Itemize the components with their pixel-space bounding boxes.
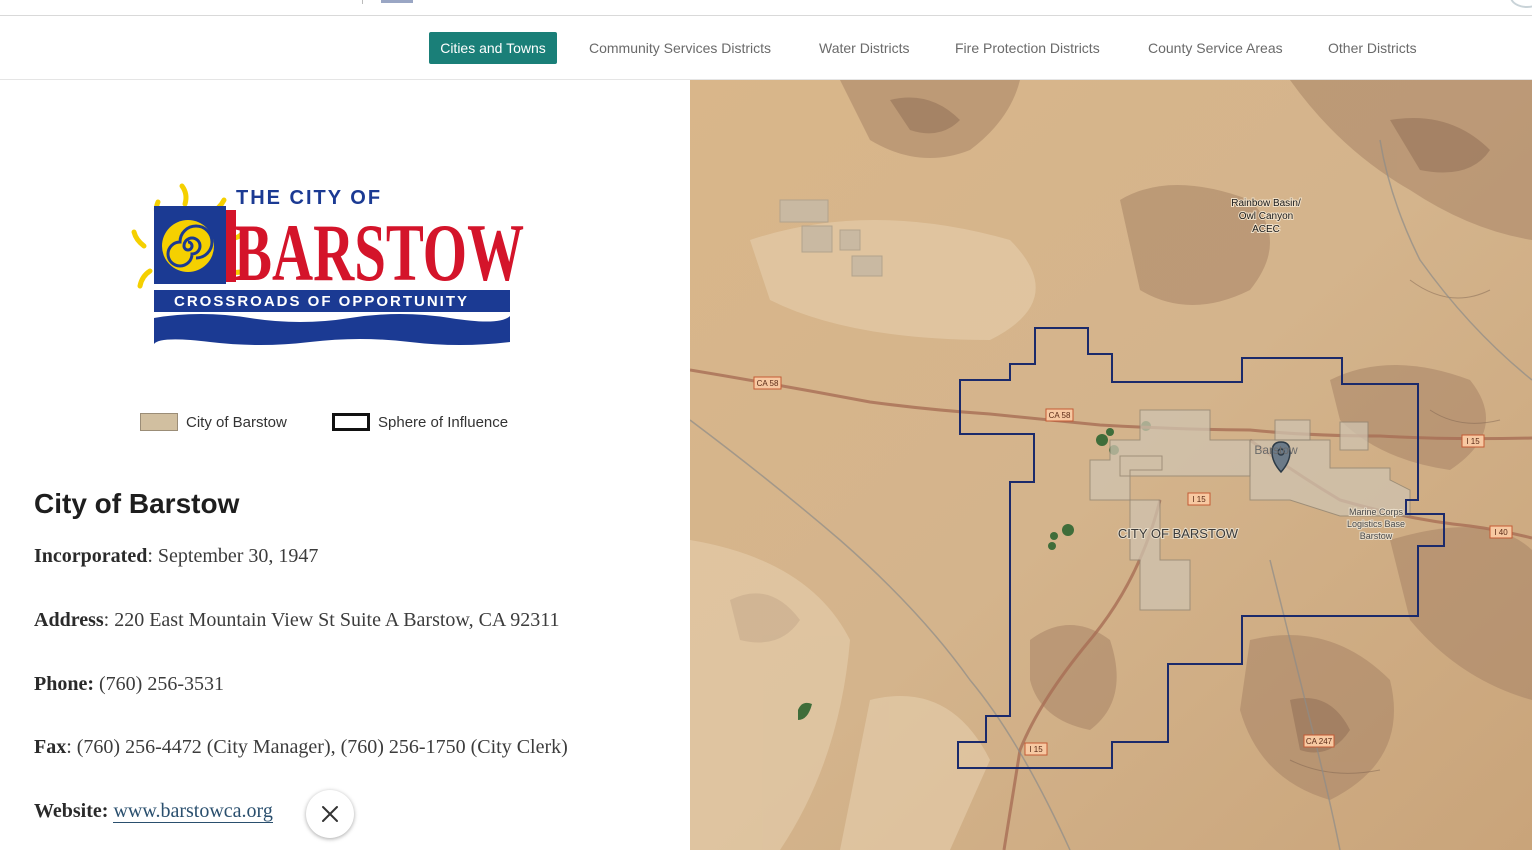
logo-line2: BARSTOW	[234, 207, 524, 298]
tab-water-districts[interactable]: Water Districts	[811, 32, 917, 64]
barstow-logo: THE CITY OF BARSTOW CROSSROADS OF OPPORT…	[131, 183, 524, 345]
user-avatar[interactable]	[1510, 0, 1532, 8]
shield-ca58-b: CA 58	[1045, 408, 1074, 422]
legend-sphere-swatch	[332, 413, 370, 431]
tab-other-districts[interactable]: Other Districts	[1320, 32, 1425, 64]
tab-fire-protection-districts[interactable]: Fire Protection Districts	[947, 32, 1108, 64]
marine-label-line2: Logistics Base	[1347, 519, 1405, 529]
legend-sphere: Sphere of Influence	[332, 411, 508, 433]
incorporated-label: Incorporated	[34, 545, 148, 567]
website-label: Website:	[34, 800, 109, 822]
tab-cities-and-towns[interactable]: Cities and Towns	[429, 32, 557, 64]
svg-text:CA 58: CA 58	[1049, 411, 1071, 420]
marine-label-line3: Barstow	[1360, 531, 1393, 541]
address-value: : 220 East Mountain View St Suite A Bars…	[103, 609, 560, 631]
fax-label: Fax	[34, 736, 67, 758]
fax-row: Fax: (760) 256-4472 (City Manager), (760…	[34, 736, 568, 759]
barstow-map-label: Barstow	[1254, 443, 1298, 457]
city-map-label: CITY OF BARSTOW	[1118, 526, 1239, 541]
close-icon	[322, 806, 338, 822]
tab-community-services-districts[interactable]: Community Services Districts	[581, 32, 779, 64]
map-canvas[interactable]: CA 58 CA 58 I 15 I 15 I 40 I 15 CA 247 R…	[690, 80, 1532, 850]
top-mini-logo	[381, 0, 413, 3]
shield-i15-a: I 15	[1187, 492, 1211, 506]
close-button[interactable]	[306, 790, 354, 838]
shield-i40: I 40	[1489, 525, 1513, 539]
legend-city-swatch	[140, 413, 178, 431]
legend-city-label: City of Barstow	[186, 413, 287, 431]
map-view[interactable]: CA 58 CA 58 I 15 I 15 I 40 I 15 CA 247 R…	[690, 80, 1532, 850]
website-row: Website: www.barstowca.org	[34, 800, 273, 823]
phone-value: (760) 256-3531	[94, 673, 224, 695]
website-link[interactable]: www.barstowca.org	[113, 800, 273, 823]
incorporated-row: Incorporated: September 30, 1947	[34, 545, 318, 568]
incorporated-value: : September 30, 1947	[147, 545, 319, 567]
shield-ca58-a: CA 58	[753, 376, 782, 390]
top-separator	[362, 0, 363, 4]
fax-value: : (760) 256-4472 (City Manager), (760) 2…	[66, 736, 568, 758]
phone-label: Phone:	[34, 673, 94, 695]
svg-text:I 15: I 15	[1466, 437, 1480, 446]
svg-text:I 15: I 15	[1192, 495, 1206, 504]
district-nav: Cities and Towns Community Services Dist…	[0, 16, 1532, 80]
info-panel: THE CITY OF BARSTOW CROSSROADS OF OPPORT…	[0, 80, 690, 850]
city-title: City of Barstow	[34, 488, 240, 519]
svg-text:CA 247: CA 247	[1306, 737, 1333, 746]
address-label: Address	[34, 609, 104, 631]
legend-sphere-label: Sphere of Influence	[378, 413, 509, 431]
aoi-label-line3: ACEC	[1252, 224, 1280, 235]
aoi-label-line1: Rainbow Basin/	[1231, 198, 1301, 209]
svg-text:I 40: I 40	[1494, 528, 1508, 537]
marine-label-line1: Marine Corps	[1349, 507, 1404, 517]
legend-city: City of Barstow	[140, 411, 287, 433]
shield-i15-b: I 15	[1461, 434, 1485, 448]
address-row: Address: 220 East Mountain View St Suite…	[34, 609, 560, 632]
svg-text:I 15: I 15	[1029, 745, 1043, 754]
shield-ca247: CA 247	[1303, 734, 1335, 748]
aoi-label-line2: Owl Canyon	[1239, 211, 1293, 222]
phone-row: Phone: (760) 256-3531	[34, 673, 224, 696]
shield-i15-c: I 15	[1024, 742, 1048, 756]
logo-line1: THE CITY OF	[236, 187, 382, 209]
top-strip	[0, 0, 1532, 16]
svg-text:CA 58: CA 58	[757, 379, 779, 388]
tab-county-service-areas[interactable]: County Service Areas	[1140, 32, 1291, 64]
logo-line3: CROSSROADS OF OPPORTUNITY	[174, 293, 469, 310]
